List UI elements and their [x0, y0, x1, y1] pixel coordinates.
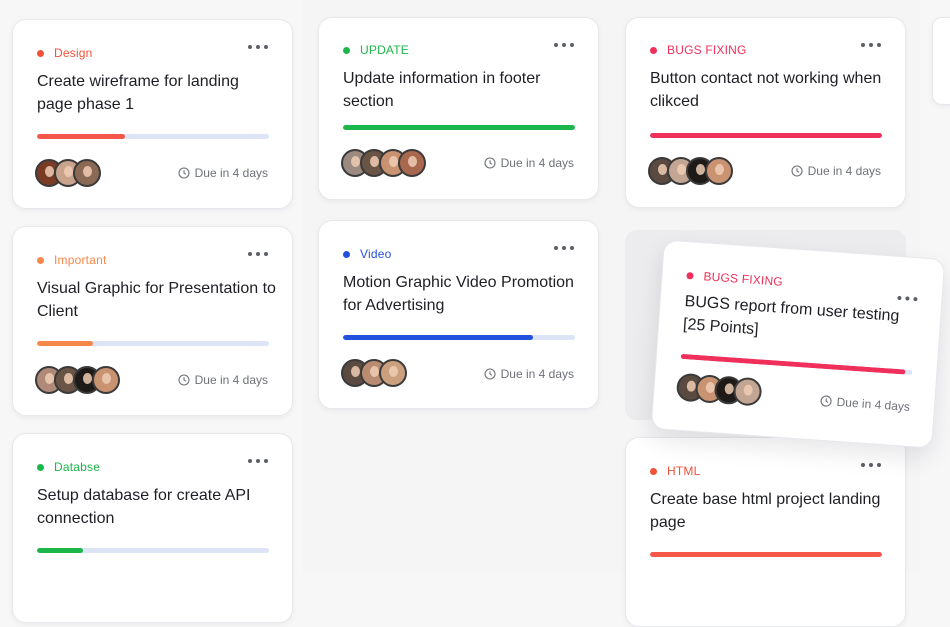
progress-fill [343, 335, 534, 340]
clock-icon [484, 368, 496, 380]
clock-icon [484, 157, 496, 169]
more-options-button[interactable] [248, 42, 268, 52]
avatar[interactable] [379, 359, 407, 387]
due-date: Due in 4 days [791, 164, 881, 178]
tag-dot [650, 467, 657, 475]
tag-dot [650, 46, 657, 54]
more-options-button[interactable] [248, 249, 268, 259]
clock-icon [791, 165, 803, 177]
due-date: Due in 4 days [178, 166, 268, 180]
task-title: Visual Graphic for Presentation to Clien… [37, 280, 276, 320]
progress-fill [37, 548, 84, 553]
avatar[interactable] [73, 159, 101, 187]
clock-icon [820, 395, 832, 407]
progress-bar [37, 134, 269, 139]
tag-dot [343, 46, 350, 54]
task-card[interactable]: Video Motion Graphic Video Promotion for… [318, 220, 599, 409]
task-card-dragging[interactable]: BUGS FIXING BUGS report from user testin… [650, 239, 946, 449]
task-card[interactable]: BUGS FIXING Button contact not working w… [625, 17, 906, 208]
progress-bar [680, 353, 913, 376]
task-title: Update information in footer section [343, 70, 541, 110]
avatar[interactable] [732, 376, 763, 407]
task-tag: BUGS FIXING [686, 268, 783, 289]
due-date: Due in 4 days [484, 156, 574, 170]
avatar[interactable] [705, 157, 733, 185]
assignee-avatars [675, 372, 763, 407]
more-options-button[interactable] [861, 460, 881, 470]
progress-bar [37, 341, 269, 346]
assignee-avatars [35, 159, 101, 187]
tag-dot [37, 49, 44, 57]
task-title: Button contact not working when clikced [650, 70, 882, 110]
progress-bar [343, 125, 575, 130]
progress-bar [650, 552, 882, 557]
more-options-button[interactable] [861, 40, 881, 50]
task-title: Create wireframe for landing page phase … [37, 73, 239, 113]
more-options-button[interactable] [554, 40, 574, 50]
more-options-button[interactable] [554, 243, 574, 253]
due-date: Due in 4 days [178, 373, 268, 387]
task-title: BUGS report from user testing [25 Points… [682, 293, 900, 339]
progress-fill [650, 133, 882, 138]
assignee-avatars [648, 157, 733, 185]
tag-dot [37, 463, 44, 471]
progress-fill [650, 552, 882, 557]
task-tag: Important [37, 253, 107, 267]
progress-fill [37, 341, 93, 346]
avatar[interactable] [92, 366, 120, 394]
task-tag: HTML [650, 464, 700, 478]
progress-fill [343, 125, 575, 130]
task-card[interactable]: Important Visual Graphic for Presentatio… [12, 226, 293, 416]
task-title: Setup database for create API connection [37, 487, 251, 527]
clock-icon [178, 374, 190, 386]
task-tag: BUGS FIXING [650, 43, 747, 57]
avatar[interactable] [398, 149, 426, 177]
more-options-button[interactable] [248, 456, 268, 466]
assignee-avatars [35, 366, 120, 394]
task-card[interactable]: UPDATE Update information in footer sect… [318, 17, 599, 200]
task-tag: Databse [37, 460, 100, 474]
progress-fill [680, 353, 906, 375]
clock-icon [178, 167, 190, 179]
assignee-avatars [341, 149, 426, 177]
task-card[interactable]: Databse Setup database for create API co… [12, 433, 293, 623]
due-date: Due in 4 days [819, 394, 910, 414]
progress-bar [37, 548, 269, 553]
progress-bar [343, 335, 575, 340]
task-tag: Design [37, 46, 93, 60]
progress-bar [650, 133, 882, 138]
task-tag: Video [343, 247, 391, 261]
partial-card[interactable] [932, 17, 950, 105]
task-title: Motion Graphic Video Promotion for Adver… [343, 274, 574, 314]
progress-fill [37, 134, 126, 139]
task-tag: UPDATE [343, 43, 409, 57]
tag-dot [37, 256, 44, 264]
task-title: Create base html project landing page [650, 491, 881, 531]
task-card[interactable]: Design Create wireframe for landing page… [12, 19, 293, 209]
more-options-button[interactable] [897, 293, 918, 304]
tag-dot [686, 271, 694, 280]
due-date: Due in 4 days [484, 367, 574, 381]
tag-dot [343, 250, 350, 258]
task-card[interactable]: HTML Create base html project landing pa… [625, 437, 906, 627]
assignee-avatars [341, 359, 407, 387]
